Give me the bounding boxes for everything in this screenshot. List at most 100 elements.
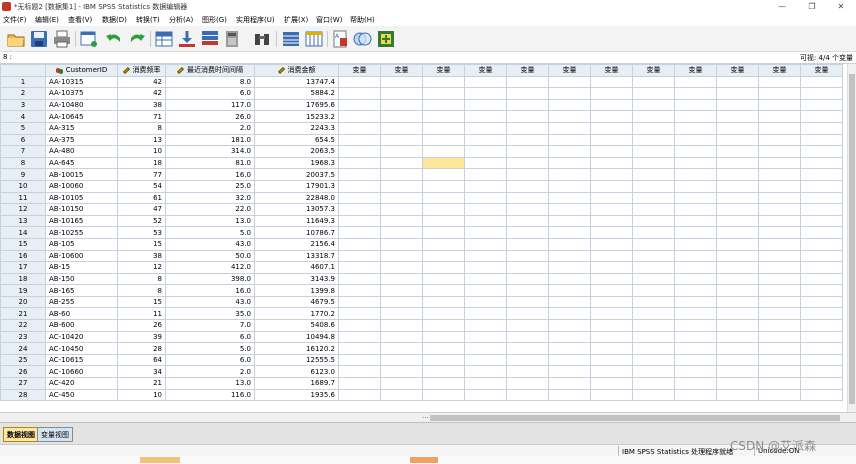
empty-cell[interactable]: [716, 330, 759, 344]
empty-cell[interactable]: [758, 121, 801, 135]
empty-cell[interactable]: [674, 284, 717, 297]
empty-cell[interactable]: [758, 284, 801, 297]
empty-cell[interactable]: [422, 168, 465, 181]
empty-cell[interactable]: [548, 156, 591, 170]
empty-cell[interactable]: [800, 121, 843, 135]
column-header-empty-variable[interactable]: 变量: [464, 64, 507, 77]
cell-value[interactable]: 35.0: [165, 307, 255, 321]
empty-cell[interactable]: [716, 295, 759, 309]
table-row[interactable]: 18 AB-150 8 398.0 3143.9: [0, 272, 843, 286]
cell-value[interactable]: 10: [117, 145, 166, 158]
empty-cell[interactable]: [422, 203, 465, 216]
empty-cell[interactable]: [548, 145, 591, 158]
empty-cell[interactable]: [590, 110, 633, 123]
table-row[interactable]: 2 AA-10375 42 6.0 5884.2: [0, 87, 843, 100]
cell-value[interactable]: 6.0: [165, 353, 255, 367]
empty-cell[interactable]: [422, 145, 465, 158]
cell-value[interactable]: 13747.4: [254, 75, 339, 89]
table-row[interactable]: 5 AA-315 8 2.0 2243.3: [0, 121, 843, 135]
menu-window[interactable]: 窗口(W): [316, 15, 342, 25]
cell-value[interactable]: 181.0: [165, 133, 255, 147]
empty-cell[interactable]: [338, 377, 381, 390]
menu-file[interactable]: 文件(F): [3, 15, 27, 25]
empty-cell[interactable]: [464, 98, 507, 112]
cell-customer-id[interactable]: AB-165: [45, 284, 118, 297]
empty-cell[interactable]: [632, 75, 675, 89]
empty-cell[interactable]: [506, 156, 549, 170]
empty-cell[interactable]: [674, 365, 717, 379]
empty-cell[interactable]: [716, 179, 759, 193]
cell-value[interactable]: 17695.6: [254, 98, 339, 112]
recall-dialog-icon[interactable]: [79, 29, 99, 49]
cell-value[interactable]: 17901.3: [254, 179, 339, 193]
empty-cell[interactable]: [716, 377, 759, 390]
empty-cell[interactable]: [422, 330, 465, 344]
empty-cell[interactable]: [506, 75, 549, 89]
empty-cell[interactable]: [674, 237, 717, 251]
empty-cell[interactable]: [548, 377, 591, 390]
menu-data[interactable]: 数据(D): [102, 15, 127, 25]
empty-cell[interactable]: [338, 330, 381, 344]
row-number[interactable]: 9: [0, 168, 46, 181]
cell-value[interactable]: 116.0: [165, 388, 255, 402]
empty-cell[interactable]: [380, 342, 423, 355]
table-row[interactable]: 11 AB-10105 61 32.0 22848.0: [0, 191, 843, 205]
empty-cell[interactable]: [422, 237, 465, 251]
empty-cell[interactable]: [422, 156, 465, 170]
empty-cell[interactable]: [590, 284, 633, 297]
cell-value[interactable]: 12: [117, 261, 166, 274]
cell-customer-id[interactable]: AB-10060: [45, 179, 118, 193]
cell-value[interactable]: 4679.5: [254, 295, 339, 309]
empty-cell[interactable]: [338, 87, 381, 100]
empty-cell[interactable]: [590, 203, 633, 216]
table-row[interactable]: 24 AC-10450 28 5.0 16120.2: [0, 342, 843, 355]
empty-cell[interactable]: [590, 226, 633, 239]
empty-cell[interactable]: [506, 353, 549, 367]
empty-cell[interactable]: [758, 261, 801, 274]
empty-cell[interactable]: [464, 226, 507, 239]
table-row[interactable]: 17 AB-15 12 412.0 4607.1: [0, 261, 843, 274]
undo-icon[interactable]: [104, 29, 124, 49]
empty-cell[interactable]: [758, 87, 801, 100]
empty-cell[interactable]: [632, 110, 675, 123]
empty-cell[interactable]: [674, 377, 717, 390]
empty-cell[interactable]: [716, 226, 759, 239]
empty-cell[interactable]: [380, 179, 423, 193]
empty-cell[interactable]: [380, 168, 423, 181]
table-row[interactable]: 20 AB-255 15 43.0 4679.5: [0, 295, 843, 309]
empty-cell[interactable]: [548, 191, 591, 205]
row-number[interactable]: 7: [0, 145, 46, 158]
empty-cell[interactable]: [800, 191, 843, 205]
row-number[interactable]: 28: [0, 388, 46, 402]
empty-cell[interactable]: [590, 261, 633, 274]
row-number[interactable]: 21: [0, 307, 46, 321]
empty-cell[interactable]: [548, 87, 591, 100]
empty-cell[interactable]: [758, 353, 801, 367]
empty-cell[interactable]: [716, 121, 759, 135]
empty-cell[interactable]: [590, 75, 633, 89]
row-number[interactable]: 4: [0, 110, 46, 123]
column-header-customerid[interactable]: CustomerID: [45, 64, 118, 77]
empty-cell[interactable]: [800, 272, 843, 286]
empty-cell[interactable]: [716, 203, 759, 216]
table-row[interactable]: 6 AA-375 13 181.0 654.5: [0, 133, 843, 147]
empty-cell[interactable]: [632, 330, 675, 344]
row-number[interactable]: 24: [0, 342, 46, 355]
empty-cell[interactable]: [548, 342, 591, 355]
cell-customer-id[interactable]: AB-600: [45, 319, 118, 332]
empty-cell[interactable]: [632, 191, 675, 205]
column-header-empty-variable[interactable]: 变量: [632, 64, 675, 77]
cell-value[interactable]: 47: [117, 203, 166, 216]
empty-cell[interactable]: [464, 191, 507, 205]
empty-cell[interactable]: [464, 168, 507, 181]
cell-value[interactable]: 28: [117, 342, 166, 355]
column-header-frequency[interactable]: 消费频率: [117, 64, 166, 77]
empty-cell[interactable]: [674, 388, 717, 402]
empty-cell[interactable]: [422, 319, 465, 332]
cell-value[interactable]: 10786.7: [254, 226, 339, 239]
column-header-empty-variable[interactable]: 变量: [338, 64, 381, 77]
empty-cell[interactable]: [632, 249, 675, 263]
cell-value[interactable]: 5884.2: [254, 87, 339, 100]
empty-cell[interactable]: [632, 365, 675, 379]
cell-value[interactable]: 15: [117, 237, 166, 251]
